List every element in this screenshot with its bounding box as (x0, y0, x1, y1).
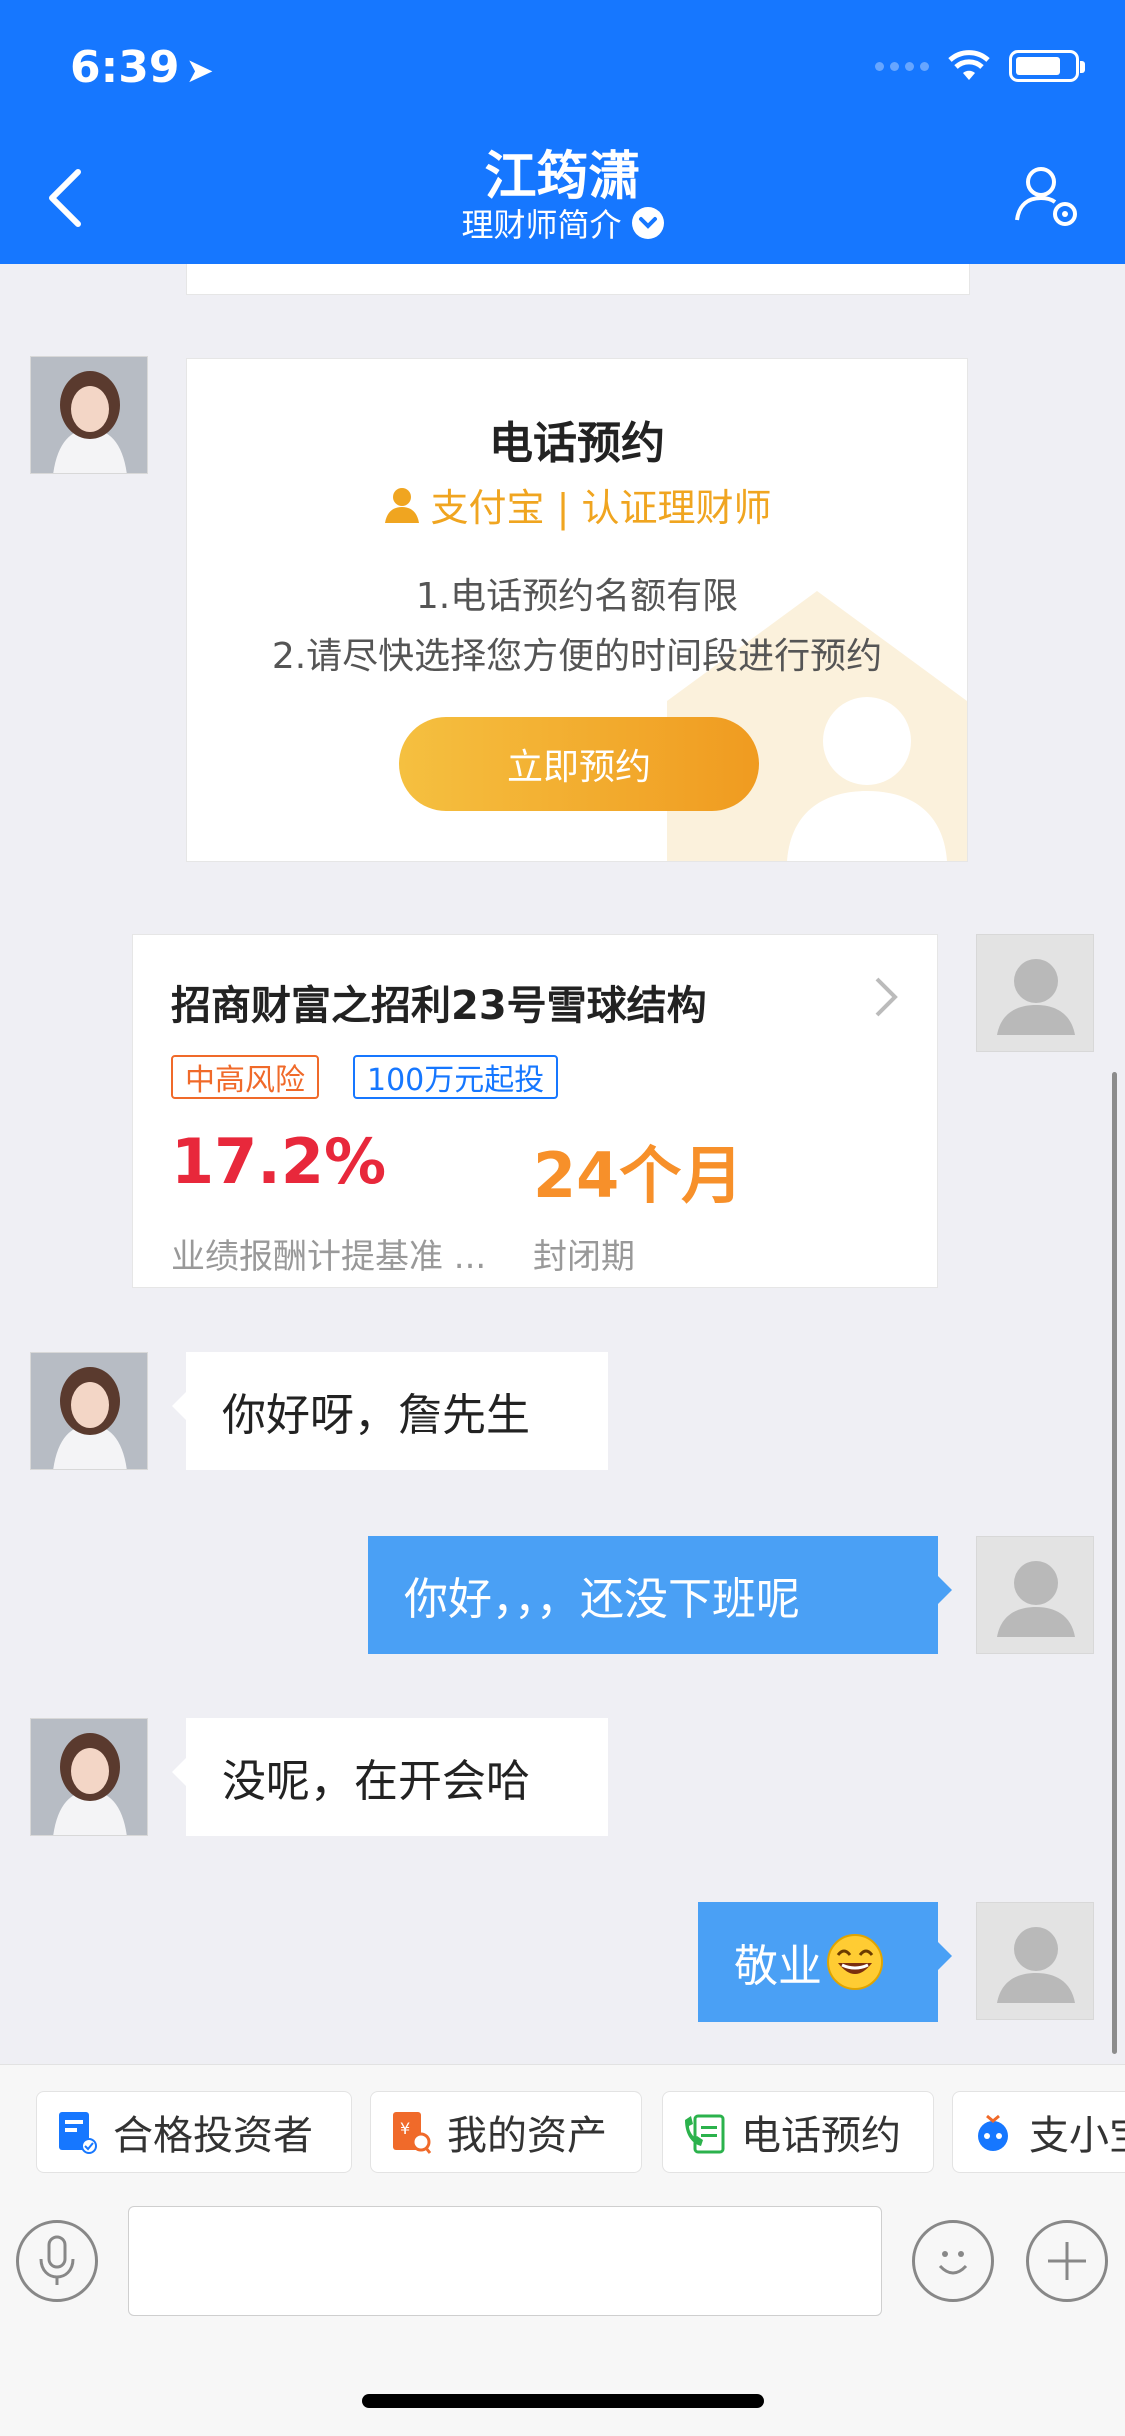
message-input[interactable] (128, 2206, 882, 2316)
person-icon (384, 487, 419, 523)
svg-text:¥: ¥ (400, 2119, 410, 2138)
shortcut-label: 合格投资者 (113, 2113, 313, 2159)
plus-icon (1048, 2242, 1086, 2280)
product-name: 招商财富之招利23号雪球结构 (171, 983, 707, 1029)
min-investment-tag: 100万元起投 (353, 1055, 559, 1099)
battery-icon (1009, 50, 1085, 82)
location-arrow-icon: ➤ (185, 51, 214, 91)
advisor-avatar[interactable] (30, 1718, 148, 1836)
assistant-icon (978, 2114, 1008, 2151)
qualified-investor-icon (59, 2112, 97, 2154)
advisor-profile-link[interactable]: 理财师简介 (0, 200, 1125, 246)
message-bubble[interactable]: 你好，，，还没下班呢 (368, 1536, 952, 1654)
chevron-down-icon (631, 207, 664, 239)
advisor-profile-label: 理财师简介 (461, 206, 622, 244)
message-text: 你好，，，还没下班呢 (404, 1574, 800, 1625)
shortcut-assistant[interactable]: 支小宝 (952, 2091, 1125, 2173)
shortcut-label: 电话预约 (741, 2113, 901, 2159)
status-time-text: 6:39 (70, 42, 180, 93)
message-bubble[interactable]: 你好呀，詹先生 (172, 1352, 608, 1470)
signal-icon (875, 61, 929, 71)
message-bubble[interactable]: 没呢，在开会哈 (172, 1718, 608, 1836)
shortcut-qualified-investor[interactable]: 合格投资者 (36, 2091, 352, 2173)
default-person-icon (997, 959, 1075, 1035)
more-button[interactable] (1026, 2220, 1108, 2302)
shortcut-phone-booking[interactable]: 电话预约 (662, 2091, 934, 2173)
period-value: 24个月 (533, 1139, 744, 1212)
laughing-emoji-icon (827, 1934, 883, 1990)
wifi-icon (948, 50, 990, 80)
rate-label: 业绩报酬计提基准 ... (171, 1237, 487, 1277)
product-card[interactable]: 招商财富之招利23号雪球结构 中高风险 100万元起投 17.2% 24个月 业… (132, 934, 938, 1288)
risk-tag: 中高风险 (171, 1055, 319, 1099)
shortcut-label: 我的资产 (447, 2113, 607, 2159)
chat-area[interactable]: 电话预约 支付宝 | 认证理财师 1.电话预约名额有限 2.请尽快选择您方便的时… (0, 264, 1125, 2064)
shortcut-label: 支小宝 (1029, 2113, 1125, 2159)
user-settings-button[interactable] (1011, 160, 1085, 234)
voice-button[interactable] (16, 2220, 98, 2302)
home-indicator (362, 2394, 764, 2408)
chevron-right-icon (875, 977, 898, 1017)
smiley-icon (938, 2251, 968, 2275)
user-avatar[interactable] (976, 1536, 1094, 1654)
scrollbar[interactable] (1112, 1072, 1117, 2054)
microphone-icon (39, 2235, 75, 2285)
advisor-photo (31, 1719, 147, 1835)
appointment-card[interactable]: 电话预约 支付宝 | 认证理财师 1.电话预约名额有限 2.请尽快选择您方便的时… (186, 358, 968, 862)
previous-card (186, 264, 970, 295)
user-avatar[interactable] (976, 934, 1094, 1052)
default-person-icon (997, 1561, 1075, 1637)
status-time: 6:39 ➤ (70, 42, 214, 93)
advisor-photo (31, 1353, 147, 1469)
advisor-avatar[interactable] (30, 356, 148, 474)
shortcut-bar[interactable]: 合格投资者 ¥ 我的资产 电话预约 支小宝 (0, 2064, 1125, 2195)
certified-label: 支付宝 | 认证理财师 (430, 486, 772, 530)
page-title: 江筠潇 (484, 147, 641, 207)
advisor-photo (31, 357, 147, 473)
shortcut-my-assets[interactable]: ¥ 我的资产 (370, 2091, 642, 2173)
period-label: 封闭期 (533, 1237, 635, 1277)
header-bar: 6:39 ➤ 江筠潇 理财师简介 (0, 0, 1125, 264)
appointment-note-2: 2.请尽快选择您方便的时间段进行预约 (271, 636, 883, 677)
certified-badge: 支付宝 | 认证理财师 (187, 477, 967, 532)
status-icons (875, 50, 1085, 82)
user-avatar[interactable] (976, 1902, 1094, 2020)
phone-booking-icon (685, 2114, 725, 2154)
book-now-button[interactable]: 立即预约 (399, 717, 759, 811)
emoji-button[interactable] (912, 2220, 994, 2302)
advisor-avatar[interactable] (30, 1352, 148, 1470)
appointment-note-1: 1.电话预约名额有限 (415, 576, 739, 617)
default-person-icon (997, 1927, 1075, 2003)
my-assets-icon: ¥ (393, 2112, 431, 2154)
user-settings-icon (1015, 167, 1077, 226)
appointment-title: 电话预约 (489, 418, 665, 469)
message-bubble[interactable]: 敬业 (698, 1902, 952, 2022)
message-text: 敬业 (734, 1941, 822, 1992)
rate-value: 17.2% (171, 1125, 387, 1198)
message-text: 没呢，在开会哈 (222, 1756, 530, 1807)
message-text: 你好呀，詹先生 (222, 1390, 530, 1441)
